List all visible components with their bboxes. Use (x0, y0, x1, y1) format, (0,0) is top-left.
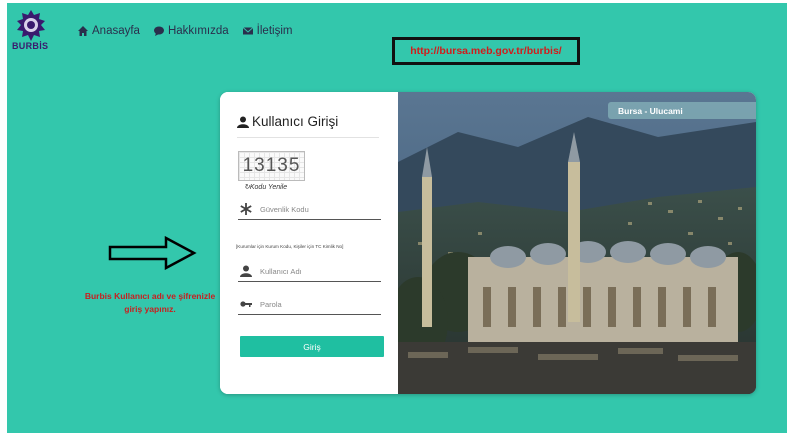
user-icon (237, 116, 249, 128)
top-nav: Anasayfa Hakkımızda İletişim (78, 25, 292, 37)
captcha-image: 13135 (238, 151, 305, 181)
nav-about[interactable]: Hakkımızda (153, 25, 229, 37)
username-field[interactable]: Kullanıcı Adı (238, 263, 381, 282)
nav-contact-label: İletişim (256, 25, 293, 37)
login-form: Kullanıcı Girişi 13135 ↻Kodu Yenile Güve… (220, 92, 398, 394)
username-placeholder: Kullanıcı Adı (260, 267, 302, 276)
bursa-ulucami-photo (398, 92, 756, 394)
nav-home[interactable]: Anasayfa (78, 25, 140, 37)
title-divider (237, 137, 379, 138)
password-field[interactable]: Parola (238, 296, 381, 315)
nav-home-label: Anasayfa (92, 25, 140, 37)
login-submit-button[interactable]: Giriş (240, 336, 384, 357)
login-instruction-note: Burbis Kullanıcı adı ve şifrenizle giriş… (84, 291, 216, 314)
login-card: Kullanıcı Girişi 13135 ↻Kodu Yenile Güve… (220, 92, 756, 394)
chat-icon (153, 26, 164, 36)
login-title-text: Kullanıcı Girişi (252, 114, 339, 129)
key-icon (240, 301, 252, 307)
login-title: Kullanıcı Girişi (237, 114, 338, 129)
username-hint: [Kurumlar için Kurum Kodu, Kişiler için … (236, 244, 344, 249)
arrow-right-icon (108, 236, 197, 270)
photo-location-label: Bursa - Ulucami (608, 102, 756, 119)
refresh-captcha-link[interactable]: ↻Kodu Yenile (244, 183, 287, 191)
password-placeholder: Parola (260, 300, 282, 309)
refresh-captcha-label: Kodu Yenile (249, 184, 288, 191)
nav-about-label: Hakkımızda (167, 25, 229, 37)
home-icon (78, 26, 88, 36)
url-annotation: http://bursa.meb.gov.tr/burbis/ (392, 37, 580, 65)
nav-contact[interactable]: İletişim (242, 25, 293, 37)
asterisk-icon (240, 203, 252, 215)
user-icon (240, 265, 252, 277)
security-code-field[interactable]: Güvenlik Kodu (238, 201, 381, 220)
logo-text: BURBİS (12, 41, 49, 51)
envelope-icon (242, 27, 253, 35)
security-code-placeholder: Güvenlik Kodu (260, 205, 309, 214)
